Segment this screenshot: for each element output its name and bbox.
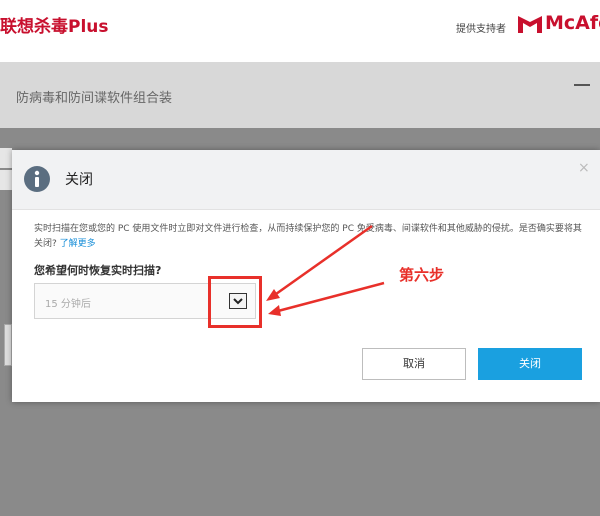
background-element <box>0 170 12 190</box>
resume-question: 您希望何时恢复实时扫描? <box>34 264 162 277</box>
app-header: 联想杀毒Plus 提供支持者 McAfe <box>0 0 600 62</box>
mcafee-shield-icon <box>518 16 542 33</box>
background-element <box>0 148 12 168</box>
step-label: 第六步 <box>399 266 445 284</box>
close-icon[interactable]: × <box>578 160 590 176</box>
background-subtitle: 防病毒和防间谍软件组合装 <box>16 91 173 106</box>
annotation-highlight-box <box>208 276 262 328</box>
minimize-button[interactable] <box>574 84 590 86</box>
dialog-description: 实时扫描在您或您的 PC 使用文件时立即对文件进行检查，从而持续保护您的 PC … <box>34 222 586 252</box>
background-element <box>4 324 12 366</box>
description-text: 实时扫描在您或您的 PC 使用文件时立即对文件进行检查，从而持续保护您的 PC … <box>34 224 582 249</box>
info-icon <box>24 166 50 192</box>
dialog-title: 关闭 <box>65 172 93 188</box>
turn-off-button[interactable]: 关闭 <box>478 348 582 380</box>
select-value: 15 分钟后 <box>45 299 91 310</box>
turn-off-dialog: 关闭 × 实时扫描在您或您的 PC 使用文件时立即对文件进行检查，从而持续保护您… <box>12 150 600 402</box>
cancel-button[interactable]: 取消 <box>362 348 466 380</box>
app-title: 联想杀毒Plus <box>0 17 109 37</box>
dialog-header: 关闭 × <box>12 150 600 210</box>
powered-by-label: 提供支持者 <box>456 24 506 35</box>
brand-name: McAfe <box>545 12 600 34</box>
learn-more-link[interactable]: 了解更多 <box>60 239 96 249</box>
